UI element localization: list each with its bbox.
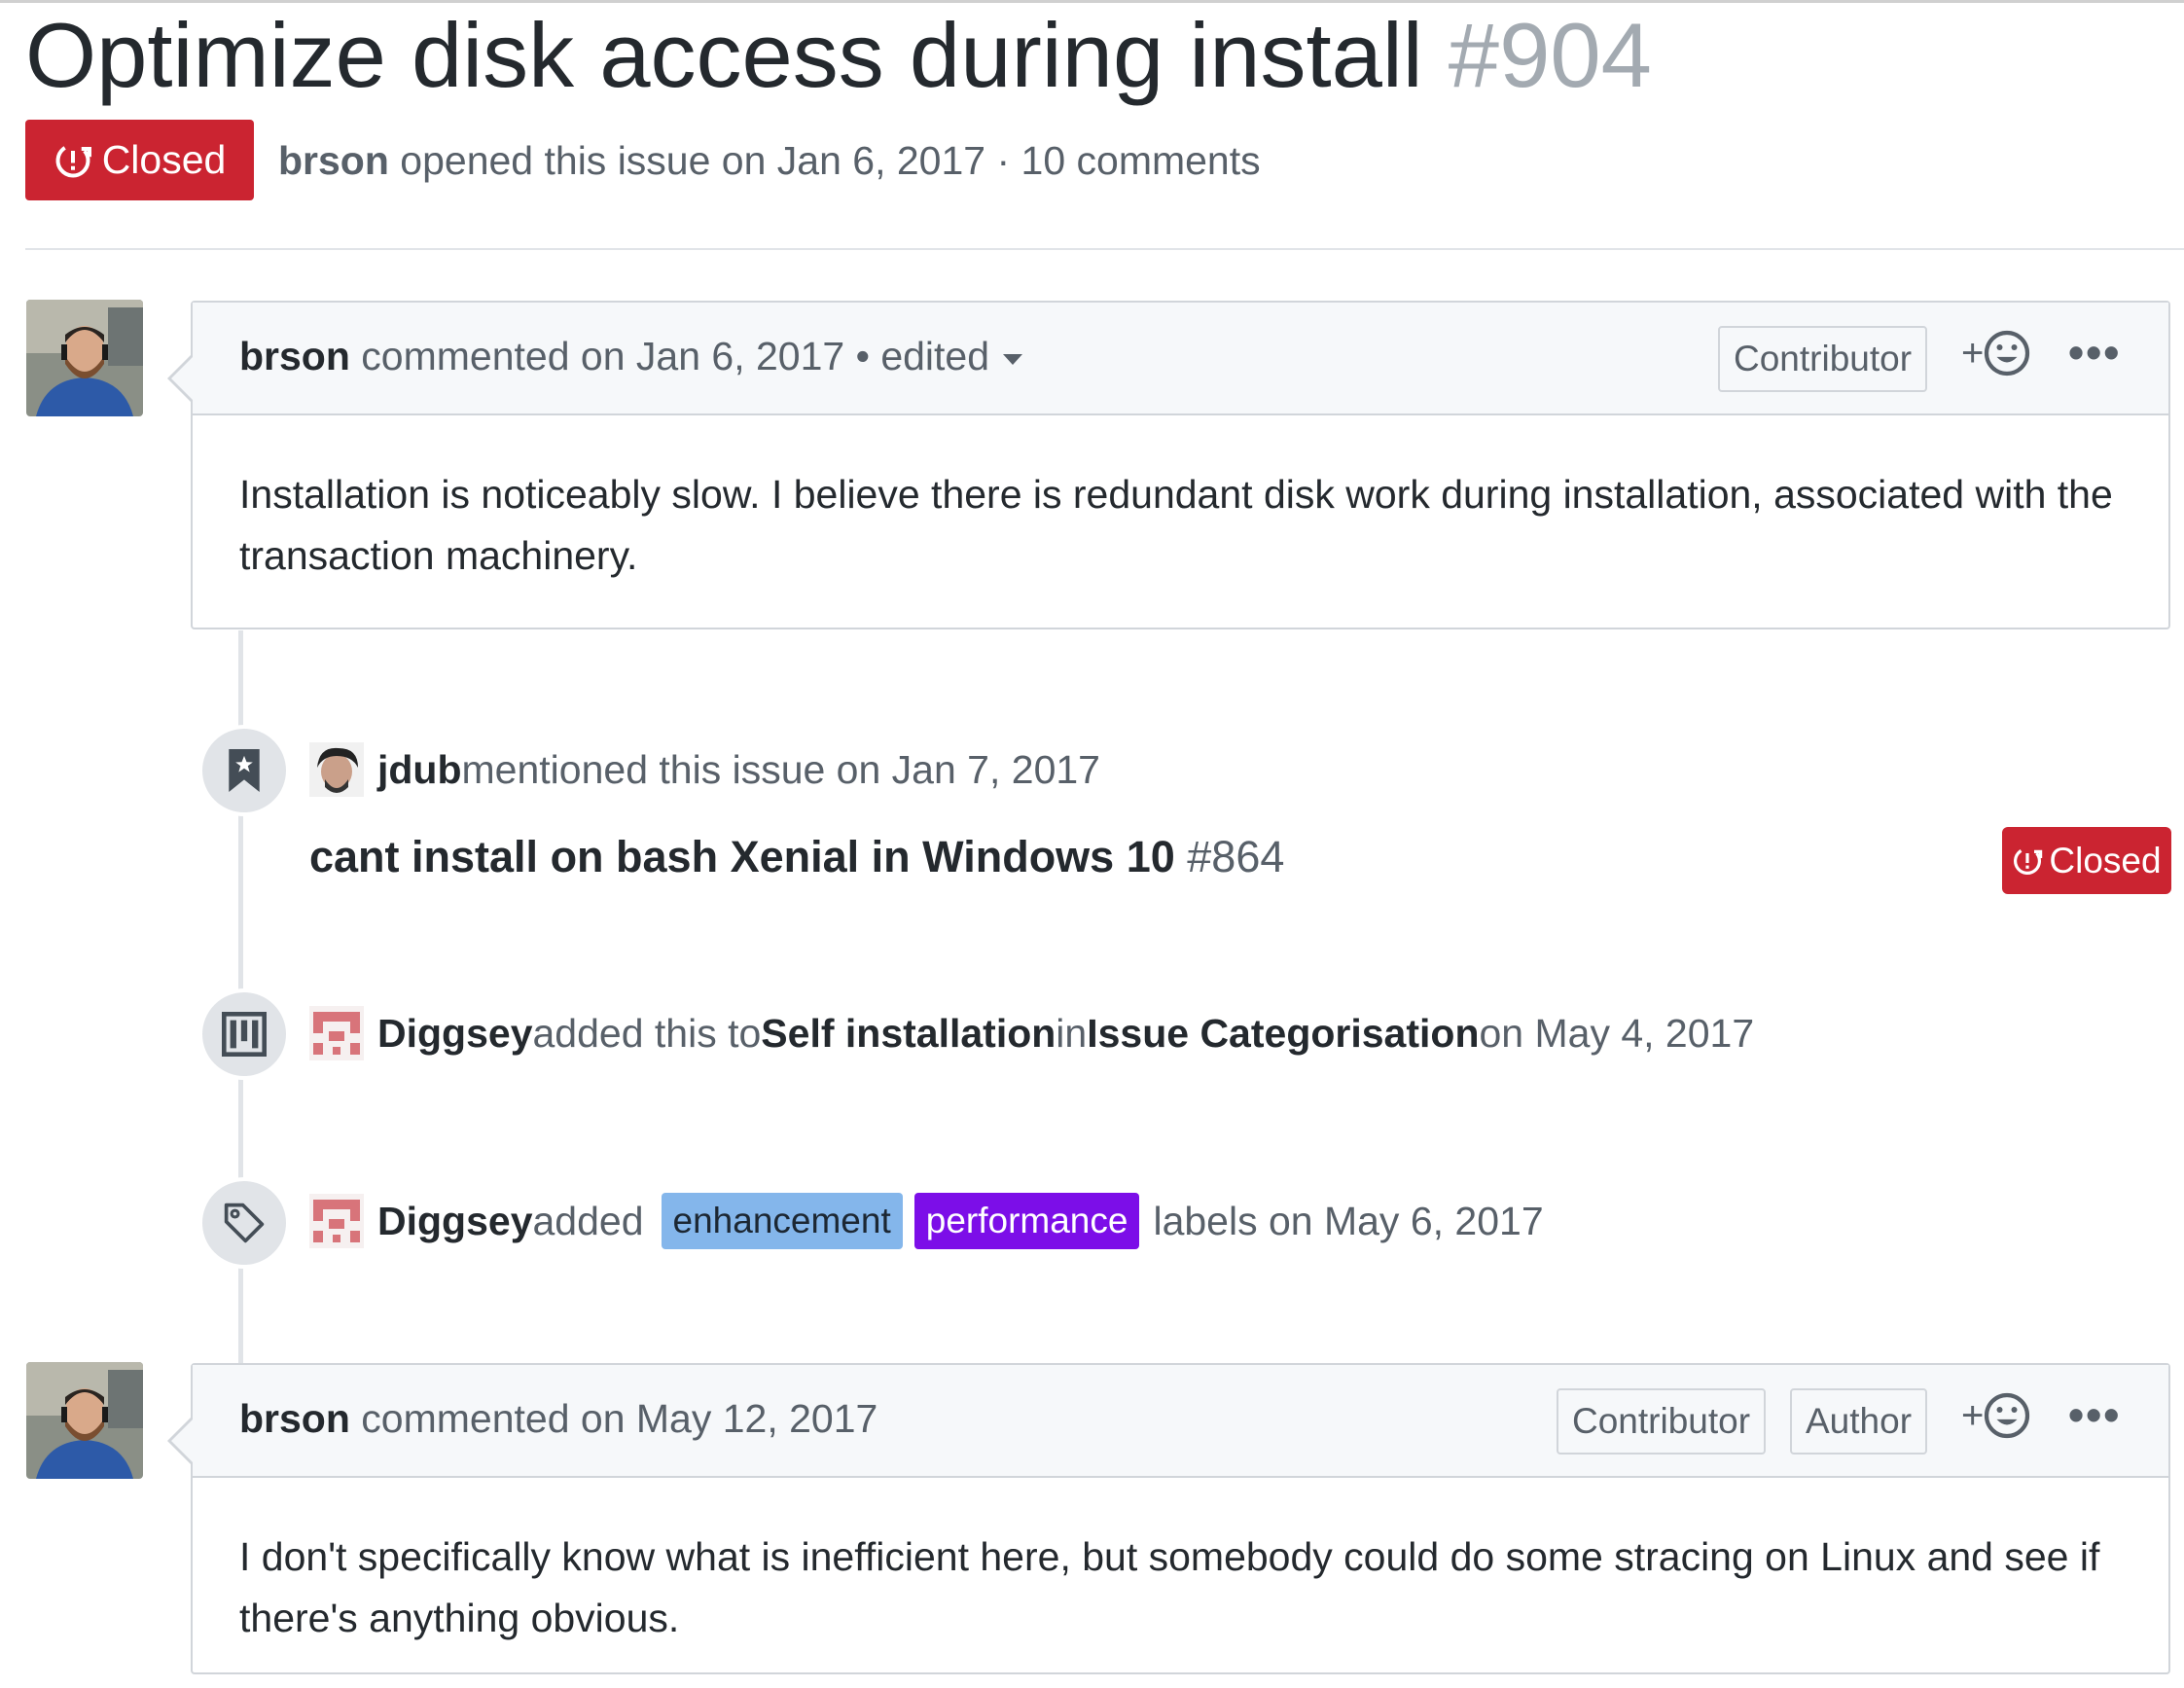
chevron-down-icon[interactable] xyxy=(1003,353,1023,365)
bookmark-icon xyxy=(229,749,260,792)
project-icon xyxy=(222,1012,267,1057)
issue-meta: brson opened this issue on Jan 6, 2017 ·… xyxy=(278,136,1261,185)
timeline-badge-project xyxy=(198,988,290,1080)
issue-state-badge: Closed xyxy=(25,120,254,200)
tag-icon xyxy=(224,1203,265,1243)
comment-header: brson commented on Jan 6, 2017 • edited … xyxy=(193,303,2168,415)
issue-state-label: Closed xyxy=(101,137,227,182)
comment-caret-fill xyxy=(171,1419,193,1462)
issue-title-text: Optimize disk access during install xyxy=(25,4,1423,106)
timeline-badge-mention xyxy=(198,725,290,816)
referenced-issue-link[interactable]: cant install on bash Xenial in Windows 1… xyxy=(309,832,1284,882)
project-column-link[interactable]: Self installation xyxy=(761,1006,1056,1060)
referenced-issue-state: Closed xyxy=(2002,827,2171,894)
issue-author-link[interactable]: brson xyxy=(278,138,389,183)
comment-body: I don't specifically know what is ineffi… xyxy=(239,1534,2100,1640)
add-reaction-button[interactable]: + xyxy=(1961,1392,2030,1439)
project-link[interactable]: Issue Categorisation xyxy=(1087,1006,1479,1060)
issue-closed-icon xyxy=(2014,846,2043,875)
comment-caret-fill xyxy=(171,357,193,400)
avatar[interactable] xyxy=(309,742,364,797)
kebab-horizontal-icon[interactable]: ••• xyxy=(2068,1388,2121,1441)
header-divider xyxy=(25,248,2184,250)
issue-number: #904 xyxy=(1448,4,1652,106)
comment-author-link[interactable]: brson xyxy=(239,334,350,378)
event-text: mentioned this issue on Jan 7, 2017 xyxy=(461,747,1100,792)
comment-card: brson commented on May 12, 2017 Contribu… xyxy=(167,1363,2170,1674)
event-text-in: in xyxy=(1056,1011,1088,1056)
smiley-icon xyxy=(1985,1392,2030,1439)
add-reaction-button[interactable]: + xyxy=(1961,330,2030,377)
avatar[interactable] xyxy=(309,1006,364,1060)
avatar[interactable] xyxy=(309,1194,364,1248)
avatar[interactable] xyxy=(26,300,143,416)
event-text-added: added xyxy=(532,1199,644,1243)
project-event: Diggsey added this to Self installation … xyxy=(309,1006,1754,1060)
referenced-issue-state-label: Closed xyxy=(2049,840,2162,880)
issue-title: Optimize disk access during install #904 xyxy=(25,2,1652,109)
smiley-icon xyxy=(1985,330,2030,377)
event-actor-link[interactable]: Diggsey xyxy=(377,1006,533,1060)
referenced-issue-title[interactable]: cant install on bash Xenial in Windows 1… xyxy=(309,832,1175,881)
labeled-event: Diggsey added enhancement performance labe… xyxy=(309,1193,1544,1249)
comment-author-link[interactable]: brson xyxy=(239,1396,350,1441)
event-actor-link[interactable]: Diggsey xyxy=(377,1194,533,1248)
event-text-added: added this to xyxy=(532,1011,762,1056)
contributor-label: Contributor xyxy=(1557,1388,1767,1455)
event-text-after: labels on May 6, 2017 xyxy=(1153,1199,1544,1243)
reaction-plus: + xyxy=(1961,1393,1985,1437)
comment-meta: brson commented on Jan 6, 2017 • edited xyxy=(239,330,1023,382)
author-label: Author xyxy=(1790,1388,1928,1455)
comment-meta: brson commented on May 12, 2017 xyxy=(239,1392,877,1445)
mention-event: jdub mentioned this issue on Jan 7, 2017 xyxy=(309,742,1100,797)
comment-card: brson commented on Jan 6, 2017 • edited … xyxy=(167,301,2170,629)
comment-action-text[interactable]: commented on Jan 6, 2017 • edited xyxy=(350,334,989,378)
comment-header: brson commented on May 12, 2017 Contribu… xyxy=(193,1365,2168,1478)
comment-action-text[interactable]: commented on May 12, 2017 xyxy=(350,1396,877,1441)
event-actor-link[interactable]: jdub xyxy=(377,742,462,797)
kebab-horizontal-icon[interactable]: ••• xyxy=(2068,326,2121,378)
referenced-issue-number[interactable]: #864 xyxy=(1187,832,1284,881)
avatar[interactable] xyxy=(26,1362,143,1479)
label-performance[interactable]: performance xyxy=(913,1193,1140,1249)
comment-body: Installation is noticeably slow. I belie… xyxy=(239,472,2113,578)
event-date: on May 4, 2017 xyxy=(1479,1011,1755,1056)
issue-closed-icon xyxy=(55,143,91,177)
brson-avatar-image xyxy=(26,1362,143,1479)
timeline-badge-labeled xyxy=(198,1177,290,1269)
label-enhancement[interactable]: enhancement xyxy=(661,1193,903,1249)
contributor-label: Contributor xyxy=(1718,326,1928,392)
brson-avatar-image xyxy=(26,300,143,416)
issue-meta-text: opened this issue on Jan 6, 2017 · 10 co… xyxy=(388,138,1261,183)
reaction-plus: + xyxy=(1961,331,1985,375)
